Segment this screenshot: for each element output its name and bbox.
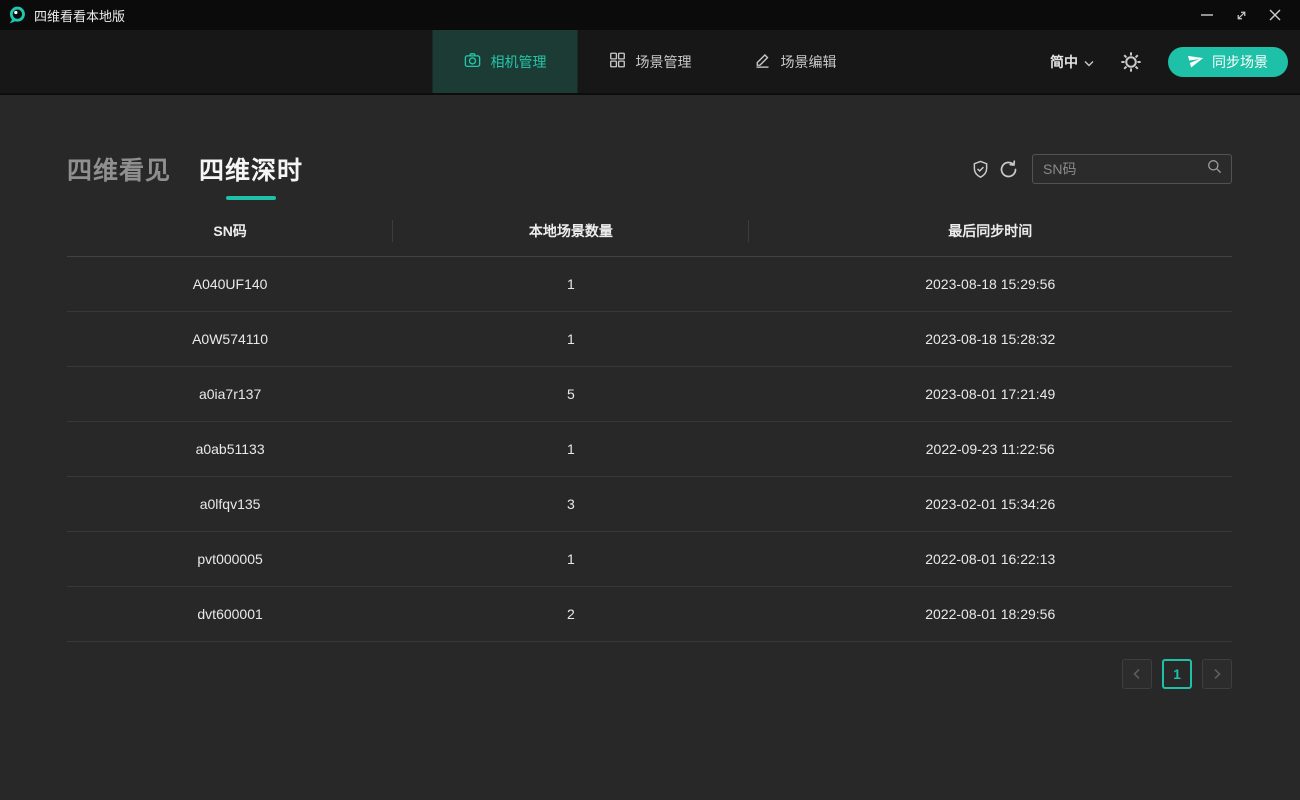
- cell-sn: a0ab51133: [67, 441, 393, 457]
- cell-time: 2022-08-01 18:29:56: [749, 606, 1232, 622]
- nav-tab-scene-management[interactable]: 场景管理: [578, 30, 723, 93]
- cell-time: 2023-08-01 17:21:49: [749, 386, 1232, 402]
- cell-count: 1: [393, 331, 748, 347]
- nav-tabs: 相机管理 场景管理: [433, 30, 868, 93]
- settings-gear-icon[interactable]: [1120, 51, 1142, 73]
- sync-button-label: 同步场景: [1212, 52, 1268, 72]
- table-row: a0ab51133 1 2022-09-23 11:22:56: [67, 422, 1232, 477]
- column-header-scene-count: 本地场景数量: [393, 221, 748, 241]
- cell-sn: a0ia7r137: [67, 386, 393, 402]
- title-bar: 四维看看本地版: [0, 0, 1300, 30]
- search-icon[interactable]: [1206, 158, 1223, 180]
- cell-count: 3: [393, 496, 748, 512]
- table-row: a0ia7r137 5 2023-08-01 17:21:49: [67, 367, 1232, 422]
- edit-pencil-icon: [754, 51, 772, 72]
- paper-plane-icon: [1188, 52, 1204, 71]
- sn-table: SN码 本地场景数量 最后同步时间 A040UF140 1 2023-08-18…: [67, 205, 1232, 642]
- nav-tab-label: 场景编辑: [781, 52, 837, 72]
- camera-icon: [464, 51, 482, 72]
- cell-time: 2022-08-01 16:22:13: [749, 551, 1232, 567]
- nav-tab-scene-editing[interactable]: 场景编辑: [723, 30, 868, 93]
- cell-count: 1: [393, 276, 748, 292]
- pagination-prev-button[interactable]: [1122, 659, 1152, 689]
- search-box: [1032, 154, 1232, 184]
- cell-count: 1: [393, 551, 748, 567]
- nav-tab-label: 场景管理: [636, 52, 692, 72]
- search-input[interactable]: [1043, 161, 1206, 177]
- cell-time: 2022-09-23 11:22:56: [749, 441, 1232, 457]
- table-row: dvt600001 2 2022-08-01 18:29:56: [67, 587, 1232, 642]
- column-header-sn: SN码: [67, 221, 393, 241]
- nav-bar: 相机管理 场景管理: [0, 30, 1300, 95]
- table-header: SN码 本地场景数量 最后同步时间: [67, 205, 1232, 257]
- cell-time: 2023-08-18 15:29:56: [749, 276, 1232, 292]
- pagination-page-1[interactable]: 1: [1162, 659, 1192, 689]
- language-label: 简中: [1050, 52, 1078, 72]
- nav-tab-label: 相机管理: [491, 52, 547, 72]
- cell-count: 5: [393, 386, 748, 402]
- app-logo-icon: [7, 5, 27, 25]
- scenes-grid-icon: [609, 51, 627, 72]
- column-header-last-sync: 最后同步时间: [749, 221, 1232, 241]
- cell-count: 1: [393, 441, 748, 457]
- cell-sn: A040UF140: [67, 276, 393, 292]
- table-row: a0lfqv135 3 2023-02-01 15:34:26: [67, 477, 1232, 532]
- cell-sn: A0W574110: [67, 331, 393, 347]
- cell-count: 2: [393, 606, 748, 622]
- table-row: A0W574110 1 2023-08-18 15:28:32: [67, 312, 1232, 367]
- language-dropdown[interactable]: 简中: [1050, 52, 1094, 72]
- page-tabs: 四维看见 四维深时: [67, 151, 303, 187]
- maximize-button[interactable]: [1224, 0, 1258, 30]
- main-content: 四维看见 四维深时: [0, 95, 1300, 800]
- app-window: 四维看看本地版: [0, 0, 1300, 800]
- minimize-button[interactable]: [1190, 0, 1224, 30]
- toolbar-right: [966, 154, 1232, 184]
- window-title: 四维看看本地版: [34, 6, 125, 25]
- nav-right-group: 简中: [1050, 30, 1288, 93]
- cell-sn: dvt600001: [67, 606, 393, 622]
- refresh-icon[interactable]: [994, 155, 1022, 183]
- nav-tab-camera-management[interactable]: 相机管理: [433, 30, 578, 93]
- chevron-down-icon: [1084, 54, 1094, 70]
- tab-siwei-kanjian[interactable]: 四维看见: [67, 151, 171, 187]
- cell-time: 2023-08-18 15:28:32: [749, 331, 1232, 347]
- sync-scene-button[interactable]: 同步场景: [1168, 47, 1288, 77]
- pagination-next-button[interactable]: [1202, 659, 1232, 689]
- cell-time: 2023-02-01 15:34:26: [749, 496, 1232, 512]
- cell-sn: a0lfqv135: [67, 496, 393, 512]
- pagination: 1: [67, 659, 1232, 689]
- table-row: pvt000005 1 2022-08-01 16:22:13: [67, 532, 1232, 587]
- tab-siwei-shenshi[interactable]: 四维深时: [199, 151, 303, 187]
- close-button[interactable]: [1258, 0, 1292, 30]
- cell-sn: pvt000005: [67, 551, 393, 567]
- content-toolbar: 四维看见 四维深时: [67, 147, 1232, 191]
- table-row: A040UF140 1 2023-08-18 15:29:56: [67, 257, 1232, 312]
- shield-check-icon[interactable]: [966, 155, 994, 183]
